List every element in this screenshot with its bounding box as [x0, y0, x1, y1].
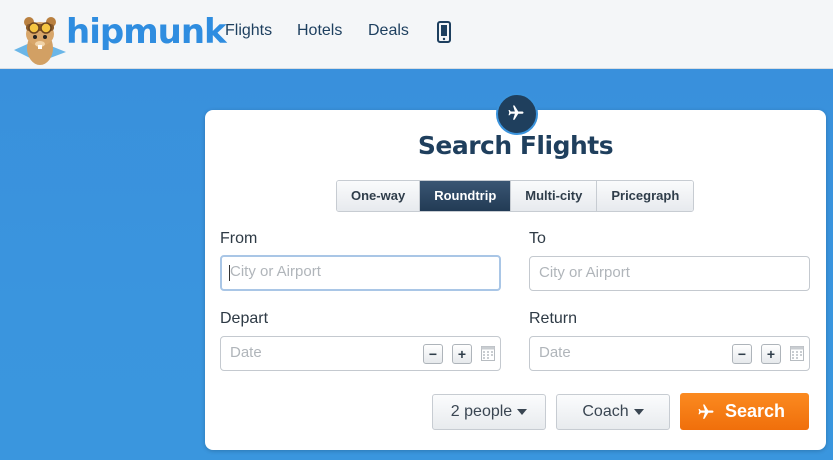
airplane-icon: [508, 105, 524, 120]
return-increment-button[interactable]: +: [761, 344, 781, 364]
return-calendar-icon[interactable]: [790, 345, 804, 361]
depart-label: Depart: [220, 310, 269, 327]
nav-flights[interactable]: Flights: [225, 22, 272, 40]
text-caret: [229, 265, 230, 281]
depart-placeholder: Date: [230, 344, 262, 361]
from-placeholder: City or Airport: [230, 263, 321, 280]
chipmunk-mascot-icon[interactable]: [10, 12, 70, 68]
from-label: From: [220, 230, 258, 247]
return-placeholder: Date: [539, 344, 571, 361]
hipmunk-logo[interactable]: hipmunk: [66, 12, 227, 52]
to-input[interactable]: City or Airport: [529, 256, 810, 291]
nav-hotels[interactable]: Hotels: [297, 22, 342, 40]
to-label: To: [529, 230, 546, 247]
depart-decrement-button[interactable]: −: [423, 344, 443, 364]
from-input[interactable]: City or Airport: [220, 255, 501, 291]
trip-type-tabs: One-way Roundtrip Multi-city Pricegraph: [336, 180, 695, 212]
passengers-value: 2 people: [450, 403, 513, 420]
return-label: Return: [529, 310, 578, 327]
return-decrement-button[interactable]: −: [732, 344, 752, 364]
nav-deals[interactable]: Deals: [368, 22, 409, 40]
search-button[interactable]: Search: [680, 393, 809, 430]
tab-multi-city[interactable]: Multi-city: [511, 181, 598, 211]
mobile-phone-icon[interactable]: [437, 21, 451, 43]
depart-increment-button[interactable]: +: [452, 344, 472, 364]
to-placeholder: City or Airport: [539, 264, 630, 281]
top-navigation-bar: hipmunk Flights Hotels Deals: [0, 0, 833, 69]
tab-roundtrip[interactable]: Roundtrip: [420, 181, 512, 211]
passengers-dropdown[interactable]: 2 people: [432, 394, 546, 430]
search-button-label: Search: [725, 401, 786, 421]
page-title: Search Flights: [417, 131, 614, 160]
cabin-value: Coach: [582, 403, 629, 420]
airplane-badge: [496, 93, 538, 135]
tab-one-way[interactable]: One-way: [337, 181, 421, 211]
tab-pricegraph[interactable]: Pricegraph: [597, 181, 694, 211]
chevron-down-icon: [517, 408, 528, 415]
cabin-class-dropdown[interactable]: Coach: [556, 394, 670, 430]
chevron-down-icon: [633, 408, 644, 415]
airplane-icon: [698, 404, 714, 419]
depart-calendar-icon[interactable]: [481, 345, 495, 361]
